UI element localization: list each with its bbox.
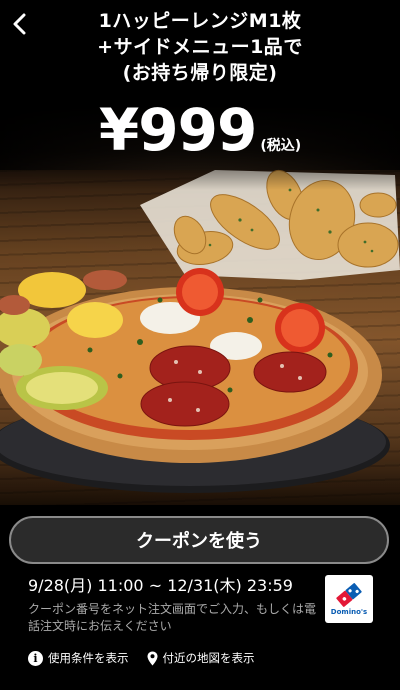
validity-period: 9/28(月) 11:00 ~ 12/31(木) 23:59: [28, 576, 293, 595]
map-pin-icon: [147, 651, 158, 666]
title-line-1: 1ハッピーレンジM1枚: [98, 10, 302, 32]
price-row: ¥999 (税込): [0, 96, 400, 164]
pizza-and-potatoes-photo: [0, 169, 400, 493]
logo-wordmark: Domino's: [330, 607, 368, 616]
coupon-title: 1ハッピーレンジM1枚 +サイドメニュー1品で (お持ち帰り限定): [0, 8, 400, 86]
show-terms-link[interactable]: i 使用条件を表示: [28, 650, 129, 666]
title-line-3: (お持ち帰り限定): [122, 62, 278, 84]
show-terms-label: 使用条件を表示: [48, 651, 129, 665]
footer-links: i 使用条件を表示 付近の地図を表示: [28, 650, 388, 666]
show-map-label: 付近の地図を表示: [162, 651, 255, 665]
show-map-link[interactable]: 付近の地図を表示: [147, 650, 255, 666]
dominos-domino-icon: [336, 582, 362, 607]
usage-instructions: クーポン番号をネット注文画面でご入力、もしくは電話注文時にお伝えください: [28, 602, 317, 633]
coupon-screen: 1ハッピーレンジM1枚 +サイドメニュー1品で (お持ち帰り限定) ¥999 (税…: [0, 0, 400, 690]
coupon-price: ¥999: [98, 96, 257, 164]
use-coupon-button[interactable]: クーポンを使う: [9, 516, 389, 564]
info-icon: i: [28, 650, 43, 666]
dominos-logo: Domino's: [325, 575, 373, 623]
tax-included-note: (税込): [260, 138, 302, 154]
title-line-2: +サイドメニュー1品で: [97, 36, 303, 58]
